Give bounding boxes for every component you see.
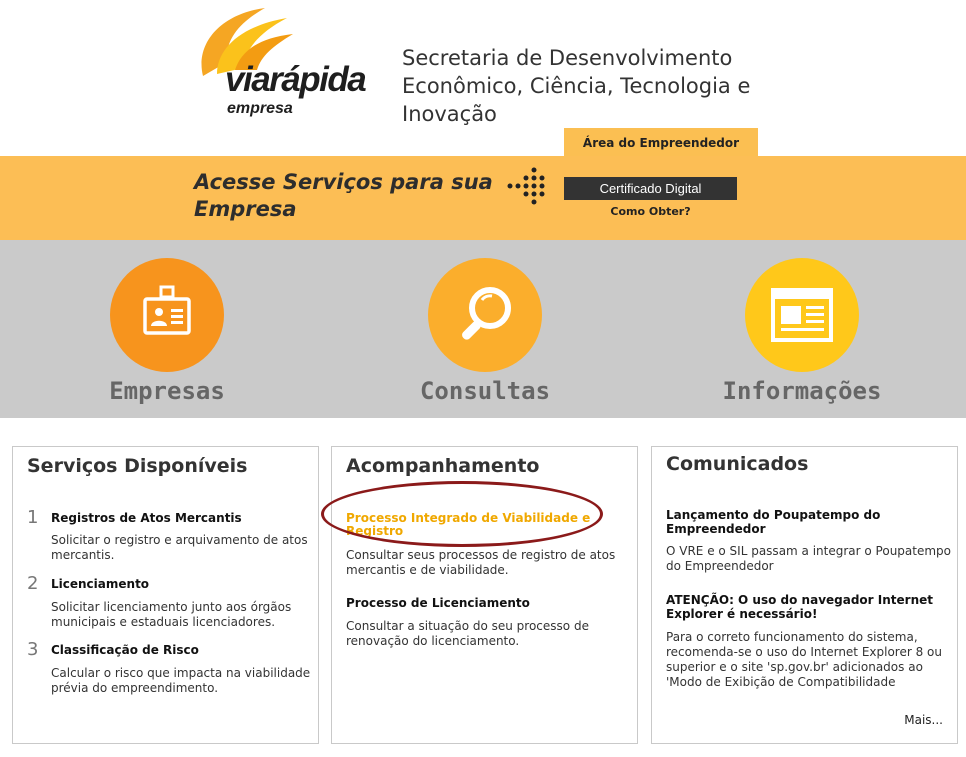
service-consultas[interactable]: Consultas	[373, 240, 593, 418]
service-informacoes[interactable]: Informações	[690, 240, 910, 418]
comunicado-title[interactable]: Lançamento do Poupatempo do Empreendedor	[666, 508, 936, 536]
tab-area-empreendedor[interactable]: Área do Empreendedor	[564, 128, 758, 157]
acompanhamento-panel: Acompanhamento Processo Integrado de Via…	[331, 446, 638, 744]
registros-link[interactable]: Registros de Atos Mercantis	[51, 511, 242, 525]
processo-integrado-link[interactable]: Processo Integrado de Viabilidade e Regi…	[346, 512, 616, 538]
processo-integrado-desc: Consultar seus processos de registro de …	[346, 548, 616, 577]
processo-licenciamento-link[interactable]: Processo de Licenciamento	[346, 596, 530, 610]
services-banner: Acesse Serviços para sua Empresa Certifi…	[0, 156, 966, 240]
badge-icon	[143, 285, 191, 335]
comunicado-title[interactable]: ATENÇÃO: O uso do navegador Internet Exp…	[666, 593, 946, 621]
banner-title: Acesse Serviços para sua Empresa	[194, 170, 493, 221]
acompanhamento-title: Acompanhamento	[346, 455, 540, 477]
servicos-title: Serviços Disponíveis	[27, 455, 248, 477]
magnifier-icon	[462, 287, 511, 340]
logo-text: viarápida	[225, 60, 367, 99]
informacoes-circle[interactable]	[745, 258, 859, 372]
newspaper-icon	[771, 288, 833, 342]
viarapida-logo[interactable]: viarápida empresa	[195, 4, 375, 119]
item-number: 2	[27, 573, 39, 594]
processo-licenciamento-desc: Consultar a situação do seu processo de …	[346, 619, 589, 648]
item-number: 1	[27, 507, 39, 528]
consultas-label[interactable]: Consultas	[373, 377, 597, 405]
empresas-label[interactable]: Empresas	[55, 377, 279, 405]
classificacao-risco-link[interactable]: Classificação de Risco	[51, 643, 199, 657]
registros-desc: Solicitar o registro e arquivamento de a…	[51, 533, 308, 562]
mais-link[interactable]: Mais...	[904, 713, 943, 727]
informacoes-label[interactable]: Informações	[690, 377, 914, 405]
licenciamento-desc: Solicitar licenciamento junto aos órgãos…	[51, 600, 292, 629]
comunicados-title: Comunicados	[666, 453, 809, 475]
comunicado-desc: O VRE e o SIL passam a integrar o Poupat…	[666, 544, 952, 573]
como-obter-link[interactable]: Como Obter?	[564, 205, 737, 218]
dots-arrow-icon	[507, 167, 545, 205]
classificacao-risco-desc: Calcular o risco que impacta na viabilid…	[51, 666, 311, 695]
consultas-circle[interactable]	[428, 258, 542, 372]
comunicados-panel: Comunicados Lançamento do Poupatempo do …	[651, 446, 958, 744]
services-menu: Empresas Consultas Informações	[0, 240, 966, 418]
secretaria-title: Secretaria de Desenvolvimento Econômico,…	[402, 46, 751, 126]
service-empresas[interactable]: Empresas	[55, 240, 275, 418]
logo-subtitle: empresa	[227, 100, 293, 117]
servicos-panel: Serviços Disponíveis 1 Registros de Atos…	[12, 446, 319, 744]
comunicado-desc: Para o correto funcionamento do sistema,…	[666, 630, 942, 689]
certificado-digital-button[interactable]: Certificado Digital	[564, 177, 737, 200]
licenciamento-link[interactable]: Licenciamento	[51, 577, 149, 591]
item-number: 3	[27, 639, 39, 660]
empresas-circle[interactable]	[110, 258, 224, 372]
